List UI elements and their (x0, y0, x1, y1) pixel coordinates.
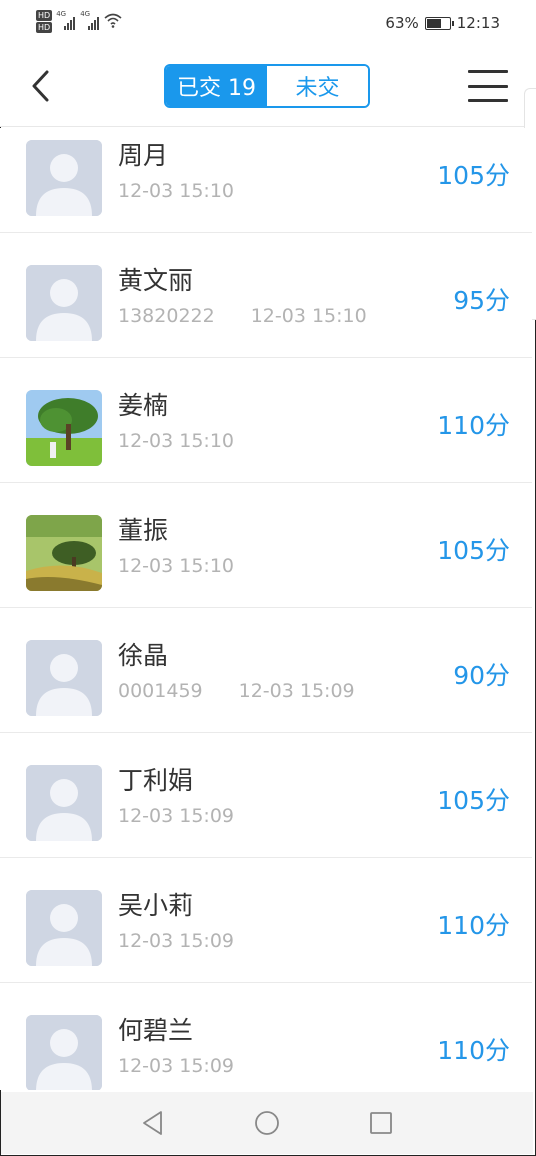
nav-back-button[interactable] (135, 1105, 171, 1141)
system-nav-bar (1, 1092, 533, 1154)
status-left: HD HD 4G 4G (36, 10, 122, 33)
avatar (26, 390, 102, 466)
submission-meta: 12-03 15:09 (118, 930, 234, 952)
submit-time: 12-03 15:10 (118, 555, 235, 577)
default-avatar-icon (26, 140, 102, 216)
avatar (26, 640, 102, 716)
avatar (26, 515, 102, 591)
signal-icon: 4G (80, 10, 100, 32)
score: 110分 (437, 1036, 510, 1065)
status-bar: HD HD 4G 4G 63% 12:13 (0, 0, 536, 48)
status-right: 63% 12:13 (385, 14, 500, 32)
avatar (26, 140, 102, 216)
submission-meta: 12-03 15:10 (118, 180, 234, 202)
student-name: 黄文丽 (118, 266, 194, 295)
student-id: 0001459 (118, 680, 203, 702)
default-avatar-icon (26, 640, 102, 716)
submission-meta: 12-03 15:09 (118, 1055, 234, 1077)
submission-meta: 12-03 15:10 (118, 430, 234, 452)
score: 95分 (453, 286, 510, 315)
signal-label: 4G (80, 10, 91, 18)
avatar (26, 265, 102, 341)
battery-icon (424, 16, 454, 30)
top-nav: 已交 19 未交 (0, 48, 536, 127)
list-item[interactable]: 徐晶 0001459 12-03 15:09 90分 (0, 608, 532, 733)
signal-icon: 4G (56, 10, 76, 32)
submission-meta: 0001459 12-03 15:09 (118, 680, 355, 702)
student-id: 13820222 (118, 305, 215, 327)
nav-recent-button[interactable] (363, 1105, 399, 1141)
submission-meta: 12-03 15:10 (118, 555, 234, 577)
score: 90分 (453, 661, 510, 690)
submission-meta: 12-03 15:09 (118, 805, 234, 827)
student-name: 姜楠 (118, 391, 169, 420)
default-avatar-icon (26, 1015, 102, 1090)
tree-photo-avatar (26, 390, 102, 466)
list-item[interactable]: 黄文丽 13820222 12-03 15:10 95分 (0, 233, 532, 358)
submit-time: 12-03 15:10 (118, 430, 235, 452)
landscape-photo-avatar (26, 515, 102, 591)
back-button[interactable] (20, 66, 60, 106)
list-item[interactable]: 周月 12-03 15:10 105分 (0, 128, 532, 233)
list-item[interactable]: 姜楠 12-03 15:10 110分 (0, 358, 532, 483)
tab-unsubmitted[interactable]: 未交 (267, 66, 368, 106)
signal-label: 4G (56, 10, 67, 18)
default-avatar-icon (26, 765, 102, 841)
nav-recent-square-icon (370, 1112, 392, 1134)
nav-home-circle-icon (255, 1111, 279, 1135)
hd-badge: HD (36, 10, 53, 21)
submit-time: 12-03 15:09 (118, 805, 235, 827)
submit-time: 12-03 15:09 (238, 680, 355, 702)
wifi-icon (104, 13, 122, 28)
list-item[interactable]: 何碧兰 12-03 15:09 110分 (0, 983, 532, 1090)
avatar (26, 1015, 102, 1090)
score: 105分 (437, 536, 510, 565)
submit-time: 12-03 15:09 (118, 930, 235, 952)
default-avatar-icon (26, 890, 102, 966)
battery-percent: 63% (385, 14, 419, 32)
score: 110分 (437, 911, 510, 940)
back-chevron-icon (32, 70, 49, 102)
student-name: 何碧兰 (118, 1016, 194, 1045)
list-item[interactable]: 吴小莉 12-03 15:09 110分 (0, 858, 532, 983)
clock: 12:13 (456, 14, 500, 32)
student-name: 周月 (118, 141, 169, 170)
student-name: 吴小莉 (118, 891, 194, 920)
student-name: 徐晶 (118, 641, 169, 670)
avatar (26, 765, 102, 841)
list-item[interactable]: 丁利娟 12-03 15:09 105分 (0, 733, 532, 858)
submit-time: 12-03 15:10 (250, 305, 367, 327)
avatar (26, 890, 102, 966)
score: 110分 (437, 411, 510, 440)
score: 105分 (437, 786, 510, 815)
submission-meta: 13820222 12-03 15:10 (118, 305, 367, 327)
default-avatar-icon (26, 265, 102, 341)
nav-back-triangle-icon (143, 1111, 162, 1135)
nav-home-button[interactable] (249, 1105, 285, 1141)
submission-tabs: 已交 19 未交 (164, 64, 370, 108)
submit-time: 12-03 15:10 (118, 180, 235, 202)
score: 105分 (437, 161, 510, 190)
list-item[interactable]: 董振 12-03 15:10 105分 (0, 483, 532, 608)
submit-time: 12-03 15:09 (118, 1055, 235, 1077)
tab-submitted[interactable]: 已交 19 (166, 66, 267, 106)
hamburger-menu-icon[interactable] (468, 70, 508, 102)
student-list: 周月 12-03 15:10 105分 黄文丽 13820222 12-03 15… (0, 128, 532, 1090)
student-name: 董振 (118, 516, 169, 545)
student-name: 丁利娟 (118, 766, 194, 795)
hd-indicators: HD HD (36, 10, 53, 33)
hd-badge: HD (36, 22, 53, 33)
